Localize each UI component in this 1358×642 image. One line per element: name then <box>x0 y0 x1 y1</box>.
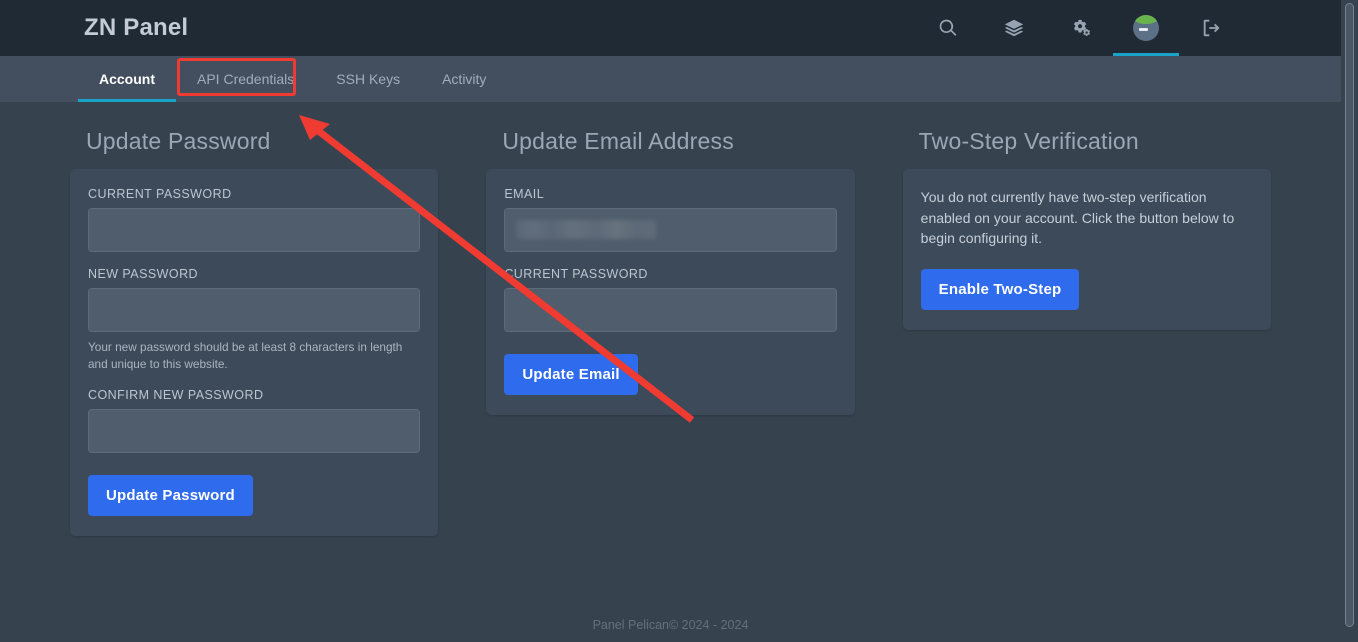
avatar <box>1133 15 1159 41</box>
tab-bar: Account API Credentials SSH Keys Activit… <box>0 56 1341 102</box>
footer: Panel Pelican© 2024 - 2024 <box>0 618 1341 632</box>
update-email-card: EMAIL CURRENT PASSWORD Update Email <box>486 169 855 415</box>
two-step-card: You do not currently have two-step verif… <box>902 169 1271 331</box>
email-field-group: EMAIL <box>504 187 837 252</box>
logout-icon-button[interactable] <box>1179 0 1245 56</box>
current-password-label: CURRENT PASSWORD <box>88 187 232 201</box>
page-scrollbar[interactable] <box>1341 0 1358 642</box>
confirm-password-input[interactable] <box>88 409 421 454</box>
search-icon <box>939 19 957 36</box>
email-current-password-field-group: CURRENT PASSWORD <box>504 267 837 332</box>
tab-activity[interactable]: Activity <box>421 56 507 102</box>
update-password-section: Update Password CURRENT PASSWORD NEW PAS… <box>70 128 439 537</box>
tab-api-credentials[interactable]: API Credentials <box>176 56 315 102</box>
enable-two-step-button[interactable]: Enable Two-Step <box>920 269 1080 311</box>
update-password-button[interactable]: Update Password <box>88 475 253 517</box>
email-input[interactable] <box>504 208 837 252</box>
current-password-input-wrap <box>88 208 421 252</box>
header-nav <box>915 0 1341 56</box>
admin-cogs-icon-button[interactable] <box>1047 0 1113 56</box>
new-password-field-group: NEW PASSWORD Your new password should be… <box>88 267 421 373</box>
confirm-password-input-wrap <box>88 409 421 454</box>
two-step-title: Two-Step Verification <box>918 128 1139 154</box>
two-step-section: Two-Step Verification You do not current… <box>902 128 1271 331</box>
new-password-label: NEW PASSWORD <box>88 267 199 281</box>
email-current-password-input[interactable] <box>504 288 837 332</box>
update-password-card: CURRENT PASSWORD NEW PASSWORD Your new p… <box>70 169 439 537</box>
new-password-input[interactable] <box>88 288 421 332</box>
tab-ssh-keys-label: SSH Keys <box>336 71 401 87</box>
email-label: EMAIL <box>504 187 545 201</box>
update-email-title: Update Email Address <box>502 128 734 154</box>
two-step-description: You do not currently have two-step verif… <box>920 189 1235 247</box>
servers-icon-button[interactable] <box>981 0 1047 56</box>
top-header: ZN Panel <box>0 0 1341 56</box>
new-password-help-text: Your new password should be at least 8 c… <box>88 340 403 372</box>
update-password-title: Update Password <box>86 128 271 154</box>
admin-cogs-icon <box>1073 19 1091 36</box>
update-email-section: Update Email Address EMAIL CURRENT PASSW… <box>486 128 855 415</box>
logout-icon <box>1203 19 1220 37</box>
search-icon-button[interactable] <box>915 0 981 56</box>
page-scrollbar-thumb[interactable] <box>1345 3 1354 627</box>
tab-api-credentials-label: API Credentials <box>197 71 295 87</box>
tab-account-label: Account <box>99 71 155 87</box>
account-avatar-button[interactable] <box>1113 0 1179 56</box>
email-current-password-label: CURRENT PASSWORD <box>504 267 648 281</box>
current-password-field-group: CURRENT PASSWORD <box>88 187 421 252</box>
tab-account[interactable]: Account <box>78 56 176 102</box>
email-input-wrap <box>504 208 837 252</box>
confirm-password-field-group: CONFIRM NEW PASSWORD <box>88 388 421 454</box>
main-content: Update Password CURRENT PASSWORD NEW PAS… <box>0 102 1341 537</box>
tab-ssh-keys[interactable]: SSH Keys <box>315 56 421 102</box>
footer-copyright: Panel Pelican© 2024 - 2024 <box>592 618 749 632</box>
new-password-input-wrap <box>88 288 421 332</box>
brand-title: ZN Panel <box>84 14 189 41</box>
servers-layers-icon <box>1004 19 1024 37</box>
confirm-password-label: CONFIRM NEW PASSWORD <box>88 388 264 403</box>
tab-activity-label: Activity <box>442 71 487 87</box>
update-email-button[interactable]: Update Email <box>504 354 638 395</box>
app-viewport: ZN Panel Account API Credentials SSH Key… <box>0 0 1341 642</box>
email-current-password-input-wrap <box>504 288 837 332</box>
current-password-input[interactable] <box>88 208 421 252</box>
